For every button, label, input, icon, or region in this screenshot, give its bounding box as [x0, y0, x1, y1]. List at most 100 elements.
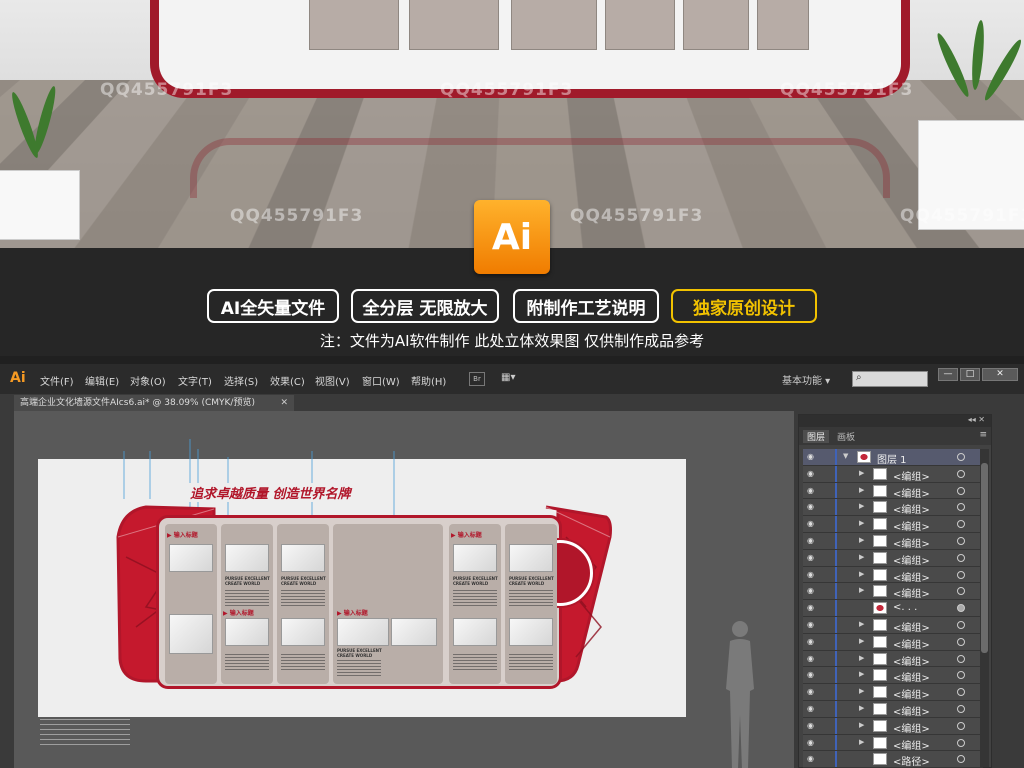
visibility-eye-icon[interactable]: ◉	[807, 671, 817, 679]
menu-edit[interactable]: 编辑(E)	[85, 373, 119, 388]
scrollbar-thumb[interactable]	[981, 463, 988, 653]
target-circle-icon[interactable]	[957, 520, 965, 529]
menu-select[interactable]: 选择(S)	[224, 373, 258, 388]
visibility-eye-icon[interactable]: ◉	[807, 604, 817, 612]
layer-row[interactable]: ◉ ▶ <编组>	[803, 566, 983, 584]
layer-row[interactable]: ◉ ▶ <编组>	[803, 532, 983, 550]
target-circle-icon[interactable]	[957, 536, 965, 545]
expand-arrow-icon[interactable]: ▶	[859, 687, 864, 695]
visibility-eye-icon[interactable]: ◉	[807, 755, 817, 763]
bridge-button[interactable]: Br	[469, 372, 485, 386]
target-circle-icon[interactable]	[957, 671, 965, 680]
layer-row[interactable]: ◉ ▶ <编组>	[803, 583, 983, 600]
target-circle-icon[interactable]	[957, 570, 965, 579]
layer-row[interactable]: ◉ ▶ <编组>	[803, 499, 983, 516]
expand-arrow-icon[interactable]: ▶	[859, 670, 864, 678]
expand-arrow-icon[interactable]: ▶	[859, 620, 864, 628]
expand-arrow-icon[interactable]: ▶	[859, 721, 864, 729]
panel-controls[interactable]: ◂◂ ✕	[968, 415, 985, 424]
layer-row[interactable]: ◉ ▶ <编组>	[803, 734, 983, 752]
layer-row[interactable]: ◉ ▶ <编组>	[803, 667, 983, 684]
menu-window[interactable]: 窗口(W)	[362, 373, 400, 388]
expand-arrow-icon[interactable]: ▶	[859, 654, 864, 662]
canvas[interactable]: 追求卓越质量 创造世界名牌 输入标题	[14, 411, 794, 768]
visibility-eye-icon[interactable]: ◉	[807, 721, 817, 730]
visibility-eye-icon[interactable]: ◉	[807, 738, 817, 747]
visibility-eye-icon[interactable]: ◉	[807, 570, 817, 579]
tab-layers[interactable]: 图层	[803, 430, 830, 443]
expand-arrow-icon[interactable]: ▶	[859, 553, 864, 561]
target-circle-icon[interactable]	[957, 721, 965, 730]
menu-help[interactable]: 帮助(H)	[411, 373, 446, 388]
expand-arrow-icon[interactable]: ▶	[859, 586, 864, 594]
menu-file[interactable]: 文件(F)	[40, 373, 74, 388]
layer-row[interactable]: ◉ <. . .	[803, 600, 983, 617]
layer-row[interactable]: ◉ ▶ <编组>	[803, 465, 983, 483]
visibility-eye-icon[interactable]: ◉	[807, 553, 817, 562]
target-circle-icon[interactable]	[957, 755, 965, 764]
target-circle-icon[interactable]	[957, 688, 965, 697]
app-icon[interactable]: Ai	[10, 370, 26, 386]
menu-view[interactable]: 视图(V)	[315, 373, 350, 388]
target-circle-icon[interactable]	[957, 469, 965, 478]
target-circle-icon[interactable]	[957, 637, 965, 646]
visibility-eye-icon[interactable]: ◉	[807, 486, 817, 495]
visibility-eye-icon[interactable]: ◉	[807, 620, 817, 629]
visibility-eye-icon[interactable]: ◉	[807, 587, 817, 595]
menu-effect[interactable]: 效果(C)	[270, 373, 305, 388]
layer-row[interactable]: ◉ ▼ 图层 1	[803, 449, 983, 466]
workspace-switcher[interactable]: 基本功能 ▾	[782, 372, 830, 387]
document-tab[interactable]: 高端企业文化墙源文件AIcs6.ai* @ 38.09% (CMYK/预览) ✕	[14, 395, 294, 411]
menu-type[interactable]: 文字(T)	[178, 373, 212, 388]
expand-arrow-icon[interactable]: ▶	[859, 486, 864, 494]
target-circle-icon[interactable]	[957, 704, 965, 713]
target-circle-icon[interactable]	[957, 553, 965, 562]
target-circle-icon[interactable]	[957, 738, 965, 747]
expand-arrow-icon[interactable]: ▶	[859, 536, 864, 544]
layer-row[interactable]: ◉ ▶ <编组>	[803, 516, 983, 533]
visibility-eye-icon[interactable]: ◉	[807, 453, 817, 461]
layer-row[interactable]: ◉ <路径>	[803, 751, 983, 768]
layer-row[interactable]: ◉ ▶ <编组>	[803, 684, 983, 701]
expand-arrow-icon[interactable]: ▶	[859, 738, 864, 746]
visibility-eye-icon[interactable]: ◉	[807, 536, 817, 545]
layer-row[interactable]: ◉ ▶ <编组>	[803, 700, 983, 718]
close-tab-icon[interactable]: ✕	[280, 395, 288, 411]
layer-row[interactable]: ◉ ▶ <编组>	[803, 650, 983, 668]
layer-row[interactable]: ◉ ▶ <编组>	[803, 482, 983, 500]
target-circle-icon[interactable]	[957, 486, 965, 495]
panel-menu-icon[interactable]: ≡	[979, 430, 987, 440]
search-input[interactable]: ⌕	[852, 371, 928, 387]
expand-arrow-icon[interactable]: ▶	[859, 637, 864, 645]
visibility-eye-icon[interactable]: ◉	[807, 704, 817, 713]
visibility-eye-icon[interactable]: ◉	[807, 503, 817, 511]
maximize-button[interactable]: □	[960, 368, 980, 381]
target-circle-icon[interactable]	[957, 604, 965, 613]
tab-artboards[interactable]: 画板	[833, 430, 859, 443]
menu-object[interactable]: 对象(O)	[130, 373, 166, 388]
panel-scrollbar[interactable]	[980, 449, 989, 767]
visibility-eye-icon[interactable]: ◉	[807, 654, 817, 663]
expand-arrow-icon[interactable]: ▼	[843, 452, 848, 460]
target-circle-icon[interactable]	[957, 620, 965, 629]
layer-row[interactable]: ◉ ▶ <编组>	[803, 549, 983, 567]
visibility-eye-icon[interactable]: ◉	[807, 688, 817, 696]
layer-row[interactable]: ◉ ▶ <编组>	[803, 616, 983, 634]
expand-arrow-icon[interactable]: ▶	[859, 570, 864, 578]
target-circle-icon[interactable]	[957, 654, 965, 663]
visibility-eye-icon[interactable]: ◉	[807, 637, 817, 646]
artboard[interactable]: 追求卓越质量 创造世界名牌 输入标题	[38, 439, 686, 717]
visibility-eye-icon[interactable]: ◉	[807, 520, 817, 528]
expand-arrow-icon[interactable]: ▶	[859, 469, 864, 477]
layer-row[interactable]: ◉ ▶ <编组>	[803, 717, 983, 735]
close-button[interactable]: ✕	[982, 368, 1018, 381]
arrange-documents-icon[interactable]: ▦▾	[501, 372, 523, 386]
minimize-button[interactable]: —	[938, 368, 958, 381]
expand-arrow-icon[interactable]: ▶	[859, 502, 864, 510]
expand-arrow-icon[interactable]: ▶	[859, 704, 864, 712]
layer-row[interactable]: ◉ ▶ <编组>	[803, 633, 983, 651]
target-circle-icon[interactable]	[957, 503, 965, 512]
target-circle-icon[interactable]	[957, 453, 965, 461]
expand-arrow-icon[interactable]: ▶	[859, 519, 864, 527]
visibility-eye-icon[interactable]: ◉	[807, 469, 817, 478]
